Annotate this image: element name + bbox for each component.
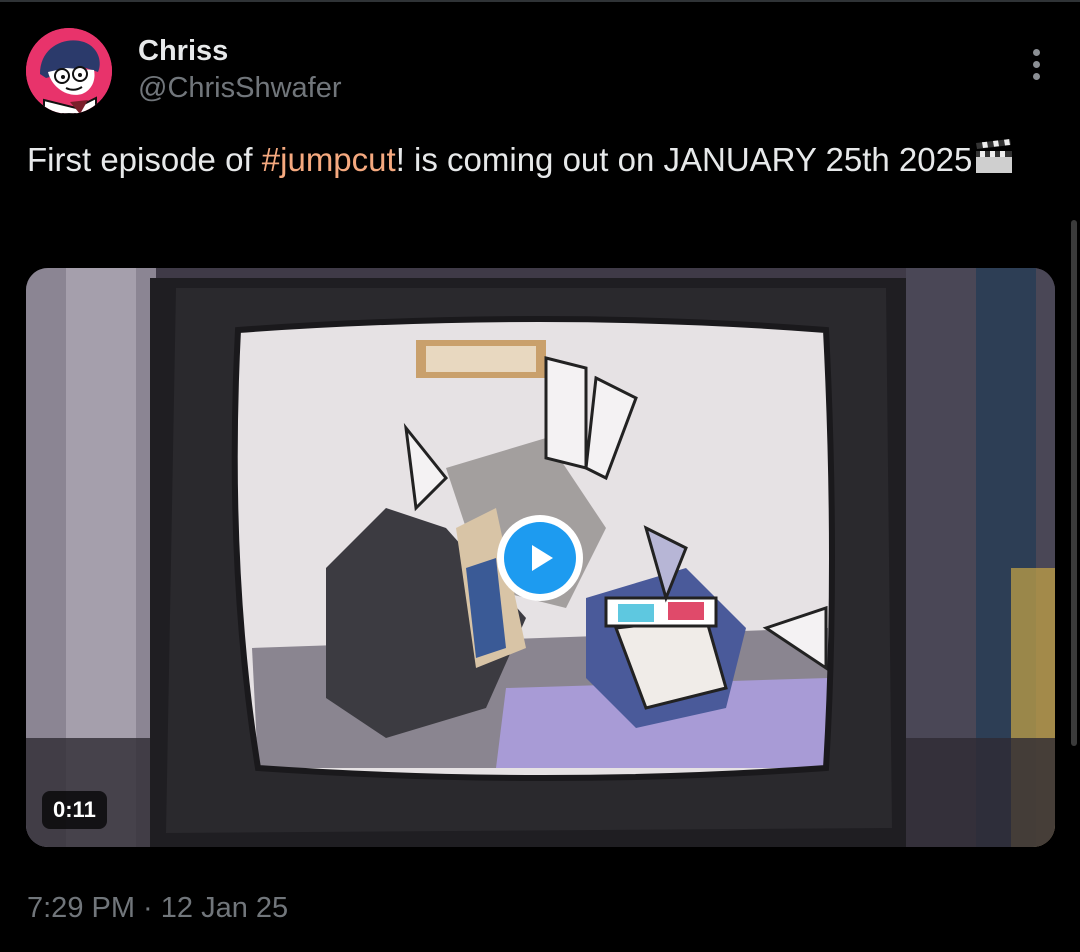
play-icon	[504, 522, 576, 594]
display-name[interactable]: Chriss	[138, 33, 228, 69]
top-divider	[0, 0, 1080, 2]
more-dot	[1032, 48, 1040, 56]
more-dot	[1032, 60, 1040, 68]
hashtag-link[interactable]: #jumpcut	[262, 141, 396, 178]
user-handle[interactable]: @ChrisShwafer	[138, 70, 342, 106]
clapper-board-icon	[974, 139, 1014, 186]
tweet-text: First episode of #jumpcut! is coming out…	[27, 137, 1027, 186]
avatar[interactable]	[26, 28, 112, 114]
video-duration: 0:11	[42, 791, 107, 829]
scrollbar[interactable]	[1071, 220, 1077, 746]
video-player[interactable]: 0:11	[26, 268, 1055, 847]
tweet-text-end: ! is coming out on JANUARY 25th 2025	[395, 141, 973, 178]
play-button[interactable]	[497, 515, 583, 601]
tweet-timestamp[interactable]: 7:29 PM · 12 Jan 25	[27, 890, 288, 926]
cartoon-avatar-icon	[26, 28, 112, 114]
more-vertical-icon[interactable]	[1020, 44, 1052, 84]
more-dot	[1032, 72, 1040, 80]
tweet-text-start: First episode of	[27, 141, 262, 178]
